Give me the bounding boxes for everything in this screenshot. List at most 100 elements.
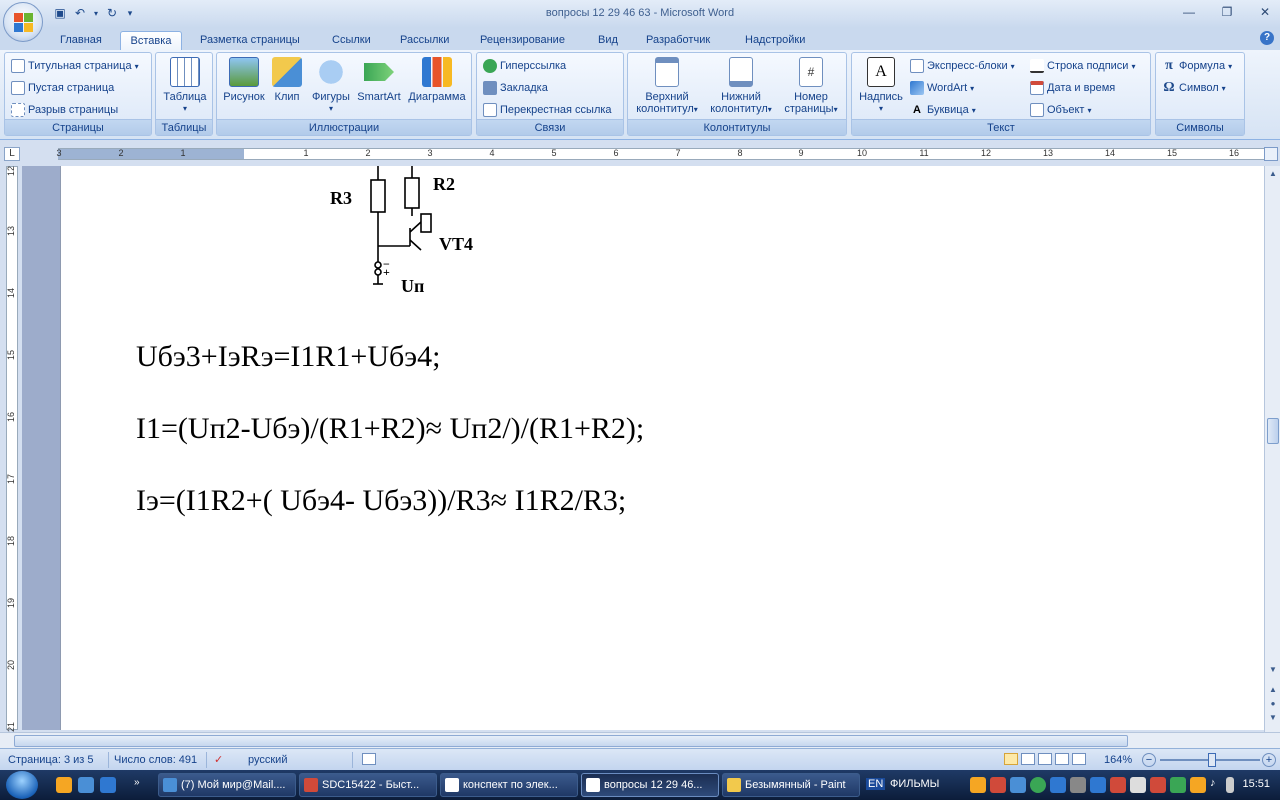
tab-mailings[interactable]: Рассылки	[396, 31, 453, 50]
document-page[interactable]: R3 R2 VT4 − + Uп	[60, 166, 1264, 730]
tab-selector[interactable]: L	[4, 147, 20, 161]
shapes-label: Фигуры	[312, 91, 350, 103]
quick-launch-icon[interactable]	[78, 777, 94, 793]
vertical-scrollbar[interactable]: ▲ ▼ ▲ ● ▼	[1264, 166, 1280, 732]
help-icon[interactable]: ?	[1260, 31, 1274, 45]
cover-page-button[interactable]: Титульная страница ▾	[11, 57, 139, 75]
zoom-out-icon[interactable]: −	[1142, 753, 1156, 767]
zoom-in-icon[interactable]: +	[1262, 753, 1276, 767]
cross-reference-button[interactable]: Перекрестная ссылка	[483, 101, 612, 119]
tray-icon[interactable]	[1050, 777, 1066, 793]
header-button[interactable]: Верхний колонтитул▾	[630, 57, 704, 116]
tray-icon[interactable]	[1190, 777, 1206, 793]
group-label-illustrations: Иллюстрации	[217, 119, 471, 135]
clock[interactable]: 15:51	[1242, 778, 1270, 790]
vertical-ruler[interactable]	[6, 166, 18, 730]
chevron-down-icon: ▾	[134, 61, 139, 71]
scroll-down-icon[interactable]: ▼	[1267, 664, 1279, 676]
tab-page-layout[interactable]: Разметка страницы	[196, 31, 304, 50]
browse-object-icon[interactable]: ●	[1267, 698, 1279, 710]
taskbar-item-label: SDC15422 - Быст...	[322, 779, 420, 791]
taskbar-item-mailru[interactable]: (7) Мой мир@Mail....	[158, 773, 296, 797]
horizontal-scrollbar[interactable]	[0, 732, 1280, 748]
status-page[interactable]: Страница: 3 из 5	[8, 753, 94, 767]
tray-icon[interactable]	[970, 777, 986, 793]
horizontal-ruler[interactable]	[58, 148, 1266, 160]
outline-icon[interactable]	[1055, 753, 1069, 765]
picture-button[interactable]: Рисунок	[221, 57, 267, 103]
horizontal-scroll-thumb[interactable]	[14, 735, 1128, 747]
clip-button[interactable]: Клип	[269, 57, 305, 103]
bookmark-button[interactable]: Закладка	[483, 79, 548, 97]
close-button[interactable]: ✕	[1254, 3, 1276, 21]
next-page-icon[interactable]: ▼	[1267, 712, 1279, 724]
view-ruler-button[interactable]	[1264, 147, 1278, 161]
maximize-button[interactable]: ❐	[1216, 3, 1238, 21]
tab-references[interactable]: Ссылки	[328, 31, 375, 50]
tray-icon[interactable]	[1130, 777, 1146, 793]
tab-home[interactable]: Главная	[56, 31, 106, 50]
language-indicator[interactable]: EN	[866, 778, 886, 790]
object-button[interactable]: Объект ▾	[1030, 101, 1091, 119]
tray-icon[interactable]	[1090, 777, 1106, 793]
tray-icon[interactable]	[1170, 777, 1186, 793]
page-number-button[interactable]: # Номер страницы▾	[778, 57, 844, 116]
signature-line-button[interactable]: Строка подписи ▾	[1030, 57, 1135, 75]
taskbar-item-viewer[interactable]: SDC15422 - Быст...	[299, 773, 437, 797]
vertical-ruler-number: 20	[6, 660, 16, 671]
print-layout-icon[interactable]	[1004, 753, 1018, 765]
macro-record-icon[interactable]	[362, 753, 376, 765]
chart-button[interactable]: Диаграмма	[405, 57, 469, 103]
tab-addins[interactable]: Надстройки	[741, 31, 809, 50]
tab-insert[interactable]: Вставка	[120, 31, 182, 50]
films-toolbar[interactable]: ФИЛЬМЫ	[890, 778, 939, 790]
equation-button[interactable]: π Формула ▾	[1162, 57, 1232, 75]
page-break-button[interactable]: Разрыв страницы	[11, 101, 118, 119]
symbol-button[interactable]: Ω Символ ▾	[1162, 79, 1225, 97]
shapes-button[interactable]: Фигуры ▾	[309, 57, 353, 115]
table-button[interactable]: Таблица ▾	[160, 57, 210, 115]
taskbar-item-voprosy[interactable]: вопросы 12 29 46...	[581, 773, 719, 797]
tray-icon[interactable]	[1150, 777, 1166, 793]
tray-icon[interactable]	[990, 777, 1006, 793]
image-viewer-icon	[304, 778, 318, 792]
header-label-line2: колонтитул	[636, 103, 694, 115]
volume-icon[interactable]: ♪	[1210, 777, 1226, 793]
tray-icon[interactable]	[1030, 777, 1046, 793]
proofing-icon[interactable]: ✓	[214, 753, 230, 767]
quick-launch-icon[interactable]	[100, 777, 116, 793]
web-layout-icon[interactable]	[1038, 753, 1052, 765]
tray-icon[interactable]	[1110, 777, 1126, 793]
tab-review[interactable]: Рецензирование	[476, 31, 569, 50]
dropcap-button[interactable]: A Буквица ▾	[910, 101, 976, 119]
tab-view[interactable]: Вид	[594, 31, 622, 50]
scroll-up-icon[interactable]: ▲	[1267, 168, 1279, 180]
footer-button[interactable]: Нижний колонтитул▾	[704, 57, 778, 116]
status-language[interactable]: русский	[248, 753, 287, 767]
quick-launch-icon[interactable]	[56, 777, 72, 793]
taskbar-item-paint[interactable]: Безымянный - Paint	[722, 773, 860, 797]
date-time-button[interactable]: Дата и время	[1030, 79, 1115, 97]
smartart-button[interactable]: SmartArt	[355, 57, 403, 103]
start-button[interactable]	[6, 771, 38, 799]
hyperlink-button[interactable]: Гиперссылка	[483, 57, 566, 75]
office-button[interactable]	[3, 2, 43, 42]
tray-icon[interactable]	[1010, 777, 1026, 793]
status-word-count[interactable]: Число слов: 491	[114, 753, 197, 767]
wordart-button[interactable]: WordArt ▾	[910, 79, 974, 97]
quick-launch-more-icon[interactable]: »	[134, 777, 150, 793]
quick-parts-button[interactable]: Экспресс-блоки ▾	[910, 57, 1015, 75]
textbox-button[interactable]: A Надпись ▾	[854, 57, 908, 115]
scroll-thumb[interactable]	[1267, 418, 1279, 444]
previous-page-icon[interactable]: ▲	[1267, 684, 1279, 696]
zoom-level[interactable]: 164%	[1104, 753, 1132, 767]
tab-developer[interactable]: Разработчик	[642, 31, 714, 50]
taskbar-item-konspekt[interactable]: конспект по элек...	[440, 773, 578, 797]
tray-icon[interactable]	[1070, 777, 1086, 793]
zoom-slider-thumb[interactable]	[1208, 753, 1216, 767]
draft-icon[interactable]	[1072, 753, 1086, 765]
safely-remove-icon[interactable]	[1226, 777, 1234, 793]
minimize-button[interactable]: —	[1178, 3, 1200, 21]
blank-page-button[interactable]: Пустая страница	[11, 79, 114, 97]
full-screen-reading-icon[interactable]	[1021, 753, 1035, 765]
